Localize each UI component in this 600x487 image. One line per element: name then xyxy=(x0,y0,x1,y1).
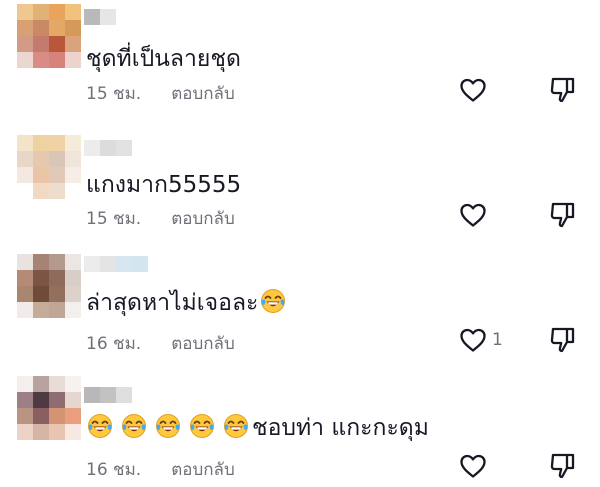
avatar[interactable] xyxy=(17,4,81,68)
heart-outline-icon xyxy=(460,328,486,352)
heart-outline-icon xyxy=(460,78,486,102)
username-redacted[interactable] xyxy=(84,256,148,272)
comment-meta: 16 ชม. ตอบกลับ xyxy=(86,330,235,357)
thumbs-down-outline-icon xyxy=(550,453,575,479)
comment-text: ล่าสุดหาไม่เจอละ xyxy=(86,288,286,318)
face-with-tears-of-joy-icon xyxy=(189,413,215,439)
reply-button[interactable]: ตอบกลับ xyxy=(171,80,235,107)
thumbs-down-outline-icon xyxy=(550,202,575,228)
like-button[interactable] xyxy=(457,450,489,482)
avatar[interactable] xyxy=(17,135,81,199)
heart-outline-icon xyxy=(460,203,486,227)
comment-meta: 16 ชม. ตอบกลับ xyxy=(86,456,235,483)
thumbs-down-outline-icon xyxy=(550,327,575,353)
comment-time: 15 ชม. xyxy=(86,84,142,104)
dislike-button[interactable] xyxy=(547,199,579,231)
face-with-tears-of-joy-icon xyxy=(260,288,286,314)
comment-text: ชอบท่า แกะกะดุม xyxy=(87,413,429,443)
comment-meta: 15 ชม. ตอบกลับ xyxy=(86,205,235,232)
like-count: 1 xyxy=(492,330,503,350)
dislike-button[interactable] xyxy=(547,450,579,482)
username-redacted[interactable] xyxy=(84,140,132,156)
comment-time: 15 ชม. xyxy=(86,209,142,229)
face-with-tears-of-joy-icon xyxy=(155,413,181,439)
like-button[interactable] xyxy=(457,199,489,231)
dislike-button[interactable] xyxy=(547,74,579,106)
reply-button[interactable]: ตอบกลับ xyxy=(171,456,235,483)
heart-outline-icon xyxy=(460,454,486,478)
avatar[interactable] xyxy=(17,254,81,318)
reply-button[interactable]: ตอบกลับ xyxy=(171,330,235,357)
like-button[interactable] xyxy=(457,324,489,356)
face-with-tears-of-joy-icon xyxy=(87,413,113,439)
comment-text: แกงมาก55555 xyxy=(86,172,242,198)
dislike-button[interactable] xyxy=(547,324,579,356)
like-button[interactable] xyxy=(457,74,489,106)
avatar[interactable] xyxy=(17,376,81,440)
face-with-tears-of-joy-icon xyxy=(223,413,249,439)
username-redacted[interactable] xyxy=(84,387,132,403)
comment-meta: 15 ชม. ตอบกลับ xyxy=(86,80,235,107)
reply-button[interactable]: ตอบกลับ xyxy=(171,205,235,232)
face-with-tears-of-joy-icon xyxy=(121,413,147,439)
comment-time: 16 ชม. xyxy=(86,460,142,480)
comment-time: 16 ชม. xyxy=(86,334,142,354)
comment-text: ชุดที่เป็นลายชุด xyxy=(86,46,241,72)
thumbs-down-outline-icon xyxy=(550,77,575,103)
username-redacted[interactable] xyxy=(84,9,116,25)
